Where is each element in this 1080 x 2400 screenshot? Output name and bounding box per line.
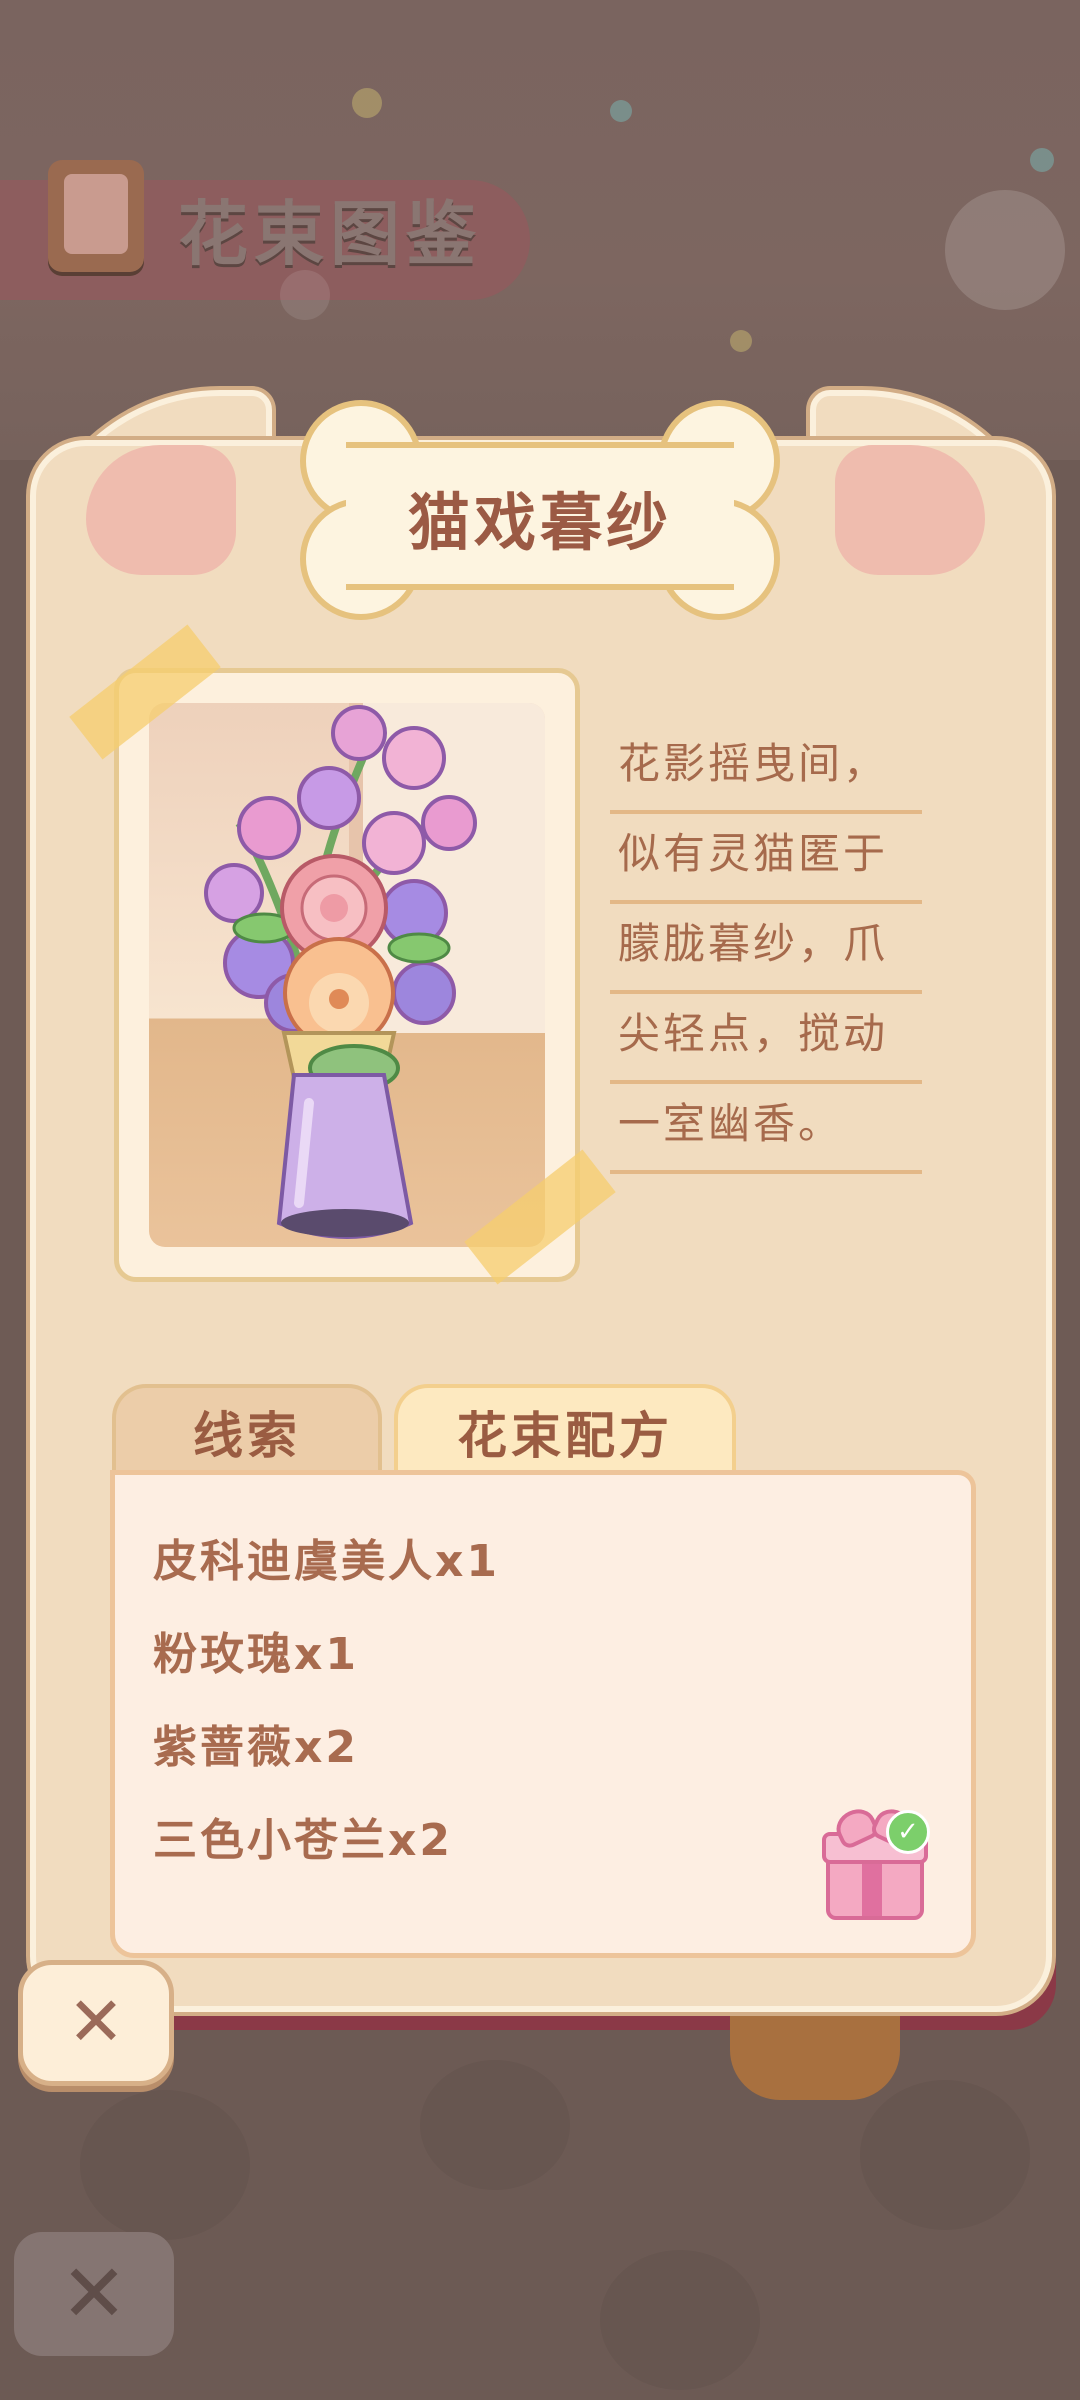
paw-print-decoration bbox=[80, 2090, 250, 2240]
sparkle-decoration bbox=[280, 270, 330, 320]
background-page-title: 花束图鉴 bbox=[178, 193, 482, 275]
tab-clues[interactable]: 线索 bbox=[112, 1384, 382, 1478]
paw-print-decoration bbox=[420, 2060, 570, 2190]
bouquet-photo-frame bbox=[114, 668, 580, 1282]
recipe-item: 三色小苍兰x2 bbox=[153, 1815, 453, 1866]
sparkle-decoration bbox=[352, 88, 382, 118]
bouquet-description: 花影摇曳间， 似有灵猫匿于 朦胧暮纱，爪 尖轻点，搅动 一室幽香。 bbox=[610, 724, 922, 1174]
sparkle-decoration bbox=[945, 190, 1065, 310]
description-line: 一室幽香。 bbox=[610, 1084, 922, 1174]
paw-print-decoration bbox=[600, 2250, 760, 2390]
description-line: 尖轻点，搅动 bbox=[610, 994, 922, 1084]
bouquet-vase-icon bbox=[204, 705, 477, 1239]
description-line: 朦胧暮纱，爪 bbox=[610, 904, 922, 994]
recipe-item: 皮科迪虞美人x1 bbox=[153, 1536, 500, 1587]
background-close-button: ✕ bbox=[14, 2232, 174, 2356]
cat-ear-inner-left bbox=[86, 445, 236, 575]
title-bone-plaque: 猫戏暮纱 bbox=[300, 400, 780, 620]
recipe-item: 粉玫瑰x1 bbox=[153, 1629, 359, 1680]
description-line: 花影摇曳间， bbox=[610, 724, 922, 814]
checkmark-icon: ✓ bbox=[886, 1810, 930, 1854]
paw-print-decoration bbox=[860, 2080, 1030, 2230]
bouquet-illustration bbox=[149, 703, 545, 1247]
bouquet-title: 猫戏暮纱 bbox=[407, 486, 672, 559]
sparkle-decoration bbox=[610, 100, 632, 122]
description-line: 似有灵猫匿于 bbox=[610, 814, 922, 904]
sparkle-decoration bbox=[730, 330, 752, 352]
close-icon: ✕ bbox=[67, 1983, 125, 2062]
sparkle-decoration bbox=[1030, 148, 1054, 172]
tab-bouquet-recipe[interactable]: 花束配方 bbox=[394, 1384, 736, 1478]
close-button[interactable]: ✕ bbox=[18, 1960, 174, 2086]
book-icon bbox=[48, 160, 144, 272]
recipe-item: 紫蔷薇x2 bbox=[153, 1722, 359, 1773]
